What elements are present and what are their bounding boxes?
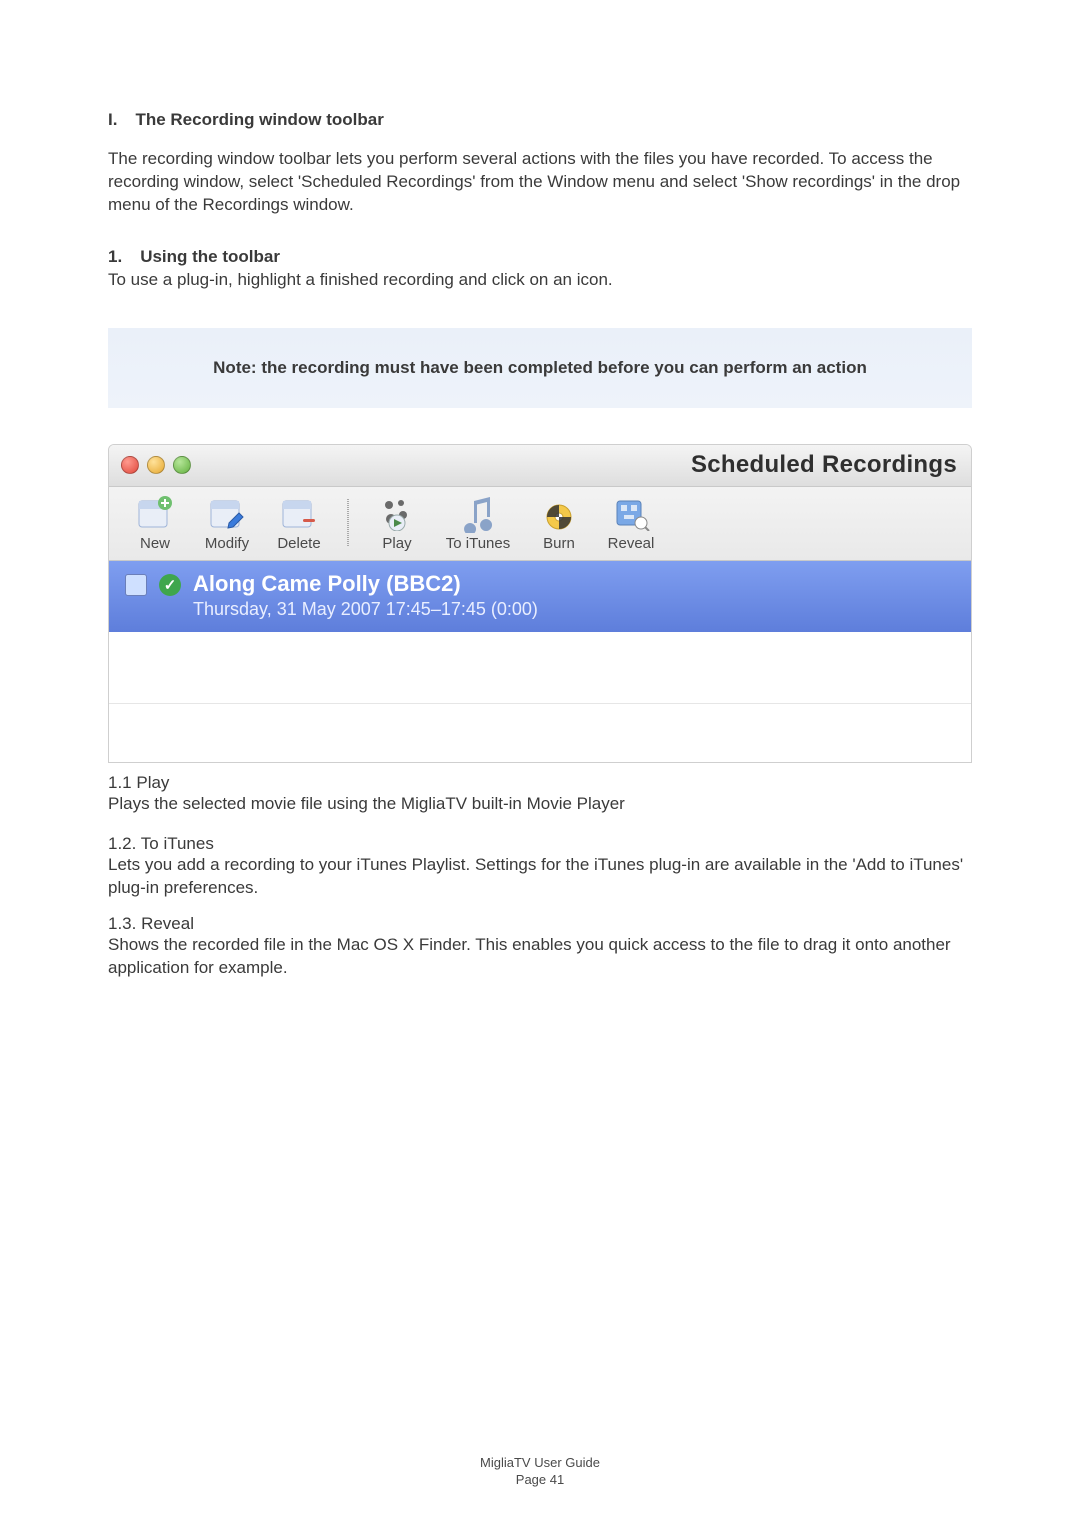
recording-title: Along Came Polly (BBC2): [193, 571, 538, 597]
item-itunes-label: 1.2. To iTunes: [108, 834, 972, 854]
play-label: Play: [382, 535, 411, 552]
intro-paragraph: The recording window toolbar lets you pe…: [108, 148, 972, 217]
calendar-delete-icon: [276, 493, 322, 533]
note-box: Note: the recording must have been compl…: [108, 328, 972, 408]
play-button[interactable]: Play: [361, 493, 433, 552]
recording-texts: Along Came Polly (BBC2) Thursday, 31 May…: [193, 571, 538, 620]
play-icon: [374, 493, 420, 533]
document-page: I. The Recording window toolbar The recor…: [0, 0, 1080, 979]
subsection-desc: To use a plug-in, highlight a finished r…: [108, 269, 972, 292]
stop-icon[interactable]: [125, 574, 147, 596]
subsection-number: 1.: [108, 247, 122, 266]
status-strip: [109, 704, 971, 762]
to-itunes-label: To iTunes: [446, 535, 510, 552]
recording-subtitle: Thursday, 31 May 2007 17:45–17:45 (0:00): [193, 599, 538, 620]
section-number: I.: [108, 110, 117, 129]
minimize-icon[interactable]: [147, 456, 165, 474]
window-titlebar: Scheduled Recordings: [109, 445, 971, 487]
item-play-label: 1.1 Play: [108, 773, 972, 793]
scheduled-recordings-window: Scheduled Recordings New Modify: [108, 444, 972, 763]
close-icon[interactable]: [121, 456, 139, 474]
item-reveal-desc: Shows the recorded file in the Mac OS X …: [108, 934, 972, 980]
item-play-desc: Plays the selected movie file using the …: [108, 793, 972, 816]
toolbar-group-actions: Play To iTunes Burn: [361, 493, 667, 552]
item-itunes-desc: Lets you add a recording to your iTunes …: [108, 854, 972, 900]
section-heading: I. The Recording window toolbar: [108, 110, 972, 130]
item-reveal-label: 1.3. Reveal: [108, 914, 972, 934]
section-title: The Recording window toolbar: [135, 110, 383, 129]
subsection-heading: 1. Using the toolbar: [108, 247, 972, 267]
recordings-list: ✓ Along Came Polly (BBC2) Thursday, 31 M…: [109, 561, 971, 762]
calendar-new-icon: [132, 493, 178, 533]
recording-row-selected[interactable]: ✓ Along Came Polly (BBC2) Thursday, 31 M…: [109, 561, 971, 632]
burn-label: Burn: [543, 535, 575, 552]
traffic-lights: [121, 456, 191, 474]
page-footer: MigliaTV User Guide Page 41: [0, 1455, 1080, 1487]
subsection-title: Using the toolbar: [140, 247, 280, 266]
zoom-icon[interactable]: [173, 456, 191, 474]
empty-list-area: [109, 632, 971, 704]
footer-page-number: Page 41: [0, 1472, 1080, 1487]
reveal-icon: [608, 493, 654, 533]
toolbar-separator: [347, 499, 349, 546]
new-button[interactable]: New: [119, 493, 191, 552]
calendar-modify-icon: [204, 493, 250, 533]
new-label: New: [140, 535, 170, 552]
reveal-button[interactable]: Reveal: [595, 493, 667, 552]
toolbar-group-edit: New Modify Delete: [119, 493, 335, 552]
completed-check-icon: ✓: [159, 574, 181, 596]
modify-label: Modify: [205, 535, 249, 552]
burn-icon: [536, 493, 582, 533]
modify-button[interactable]: Modify: [191, 493, 263, 552]
itunes-icon: [455, 493, 501, 533]
delete-button[interactable]: Delete: [263, 493, 335, 552]
delete-label: Delete: [277, 535, 320, 552]
burn-button[interactable]: Burn: [523, 493, 595, 552]
window-title: Scheduled Recordings: [691, 451, 957, 479]
to-itunes-button[interactable]: To iTunes: [433, 493, 523, 552]
reveal-label: Reveal: [608, 535, 655, 552]
note-text: Note: the recording must have been compl…: [213, 358, 867, 377]
footer-guide-title: MigliaTV User Guide: [0, 1455, 1080, 1470]
window-toolbar: New Modify Delete: [109, 487, 971, 561]
